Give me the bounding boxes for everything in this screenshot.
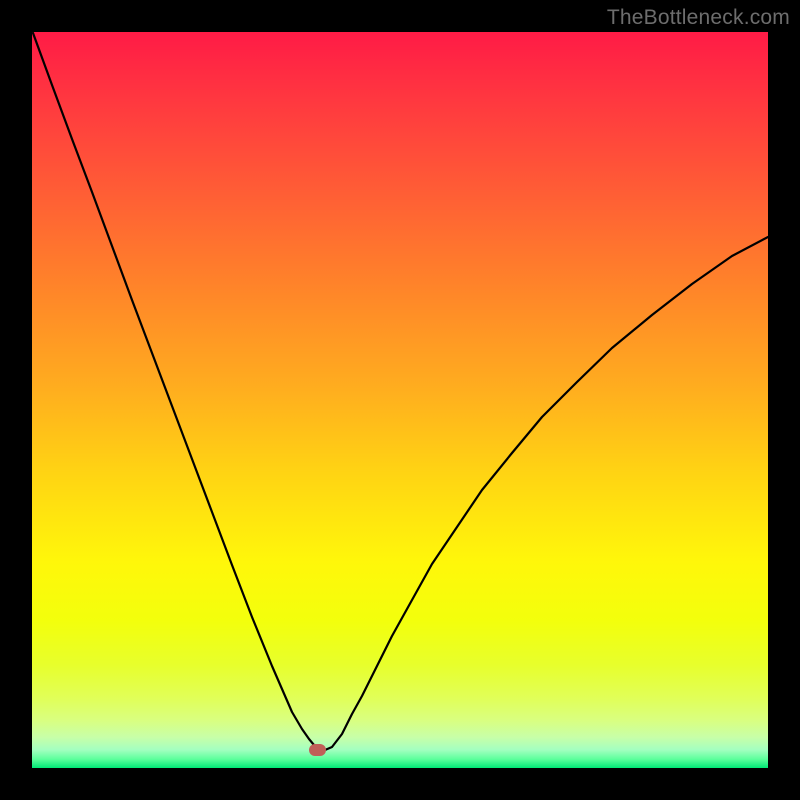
bottleneck-curve [32, 32, 768, 768]
watermark-text: TheBottleneck.com [607, 6, 790, 30]
plot-area [32, 32, 768, 768]
minimum-marker [309, 744, 326, 756]
chart-frame: TheBottleneck.com [0, 0, 800, 800]
